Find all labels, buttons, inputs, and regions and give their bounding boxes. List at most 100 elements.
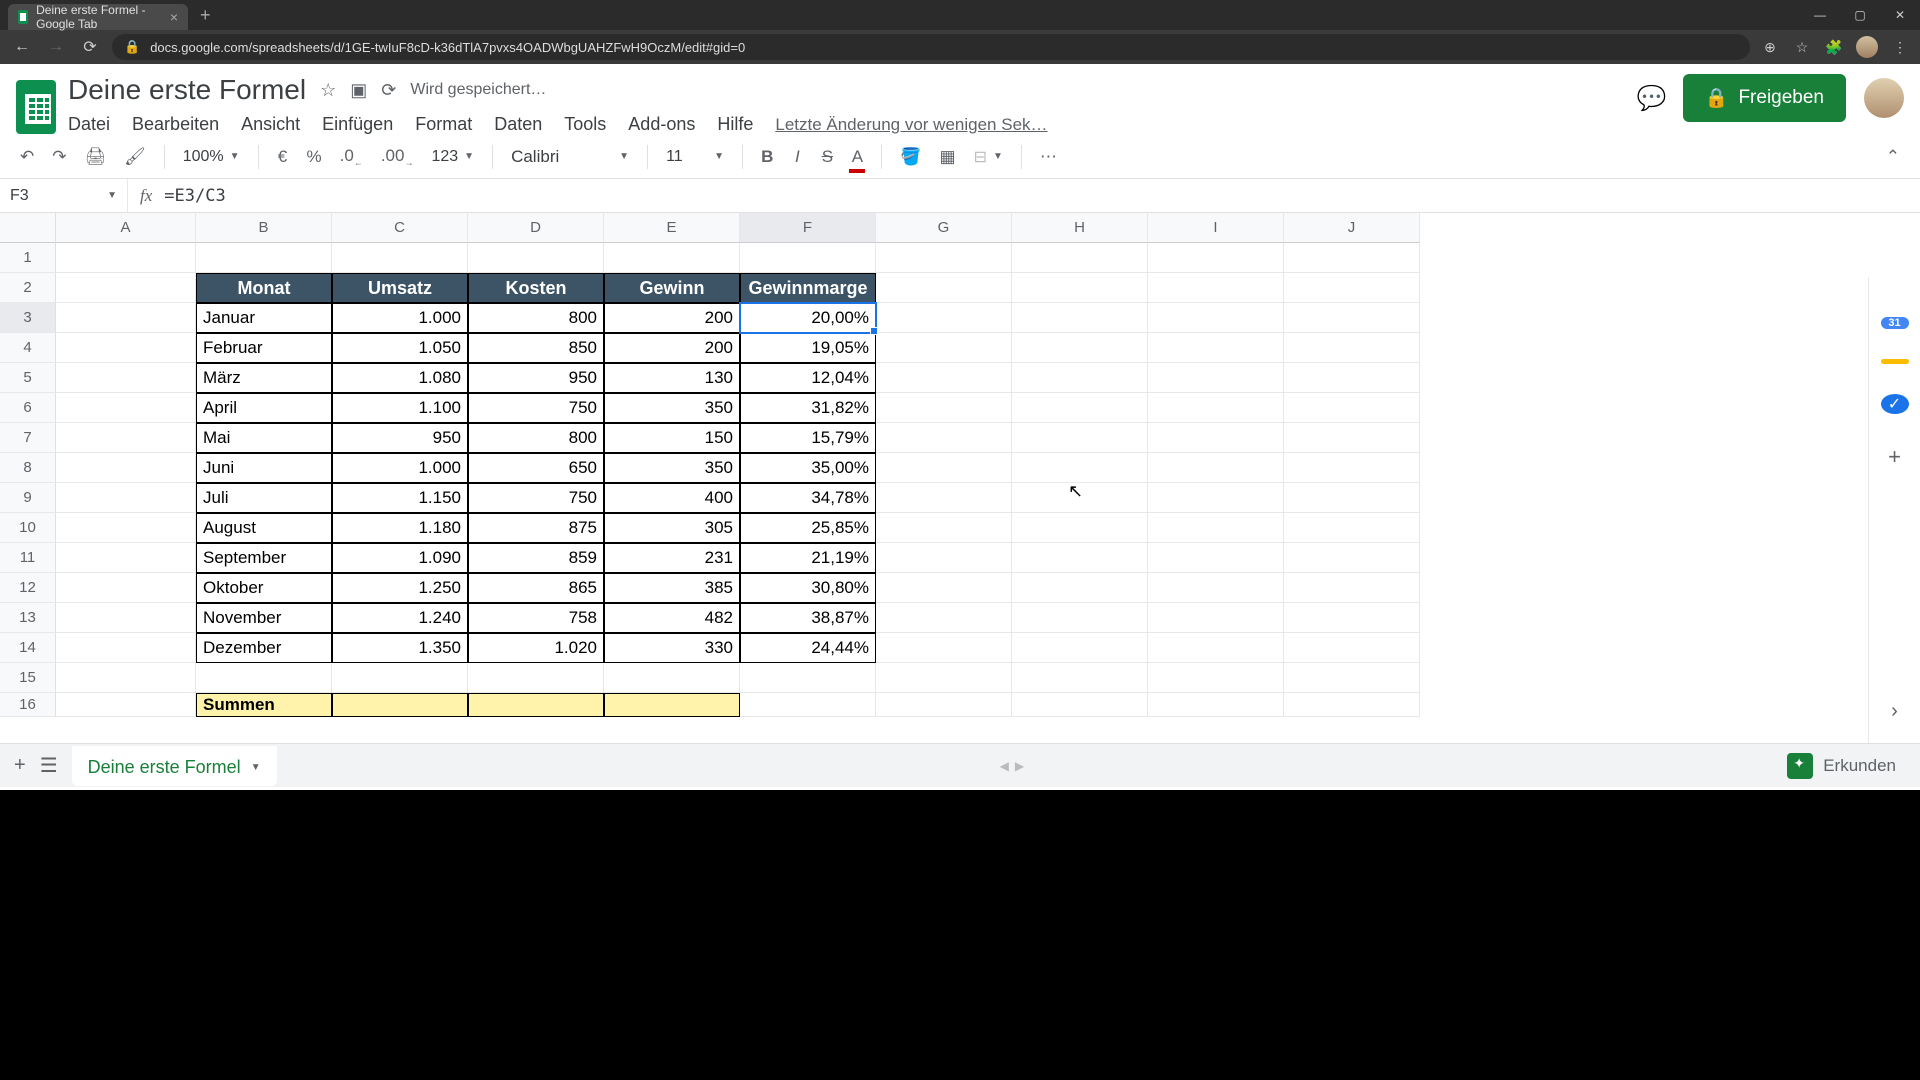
row-header-1[interactable]: 1	[0, 243, 56, 273]
cell-E15[interactable]	[604, 663, 740, 693]
cell-A11[interactable]	[56, 543, 196, 573]
row-header-13[interactable]: 13	[0, 603, 56, 633]
print-button[interactable]: 🖨	[79, 143, 113, 171]
cell-G16[interactable]	[876, 693, 1012, 717]
cell-J2[interactable]	[1284, 273, 1420, 303]
cell-D1[interactable]	[468, 243, 604, 273]
tasks-icon[interactable]: ✓	[1881, 394, 1909, 414]
font-size-dropdown[interactable]: 11 ▼	[660, 148, 730, 166]
cell-H10[interactable]	[1012, 513, 1148, 543]
sheet-tab[interactable]: Deine erste Formel ▼	[72, 746, 277, 786]
tab-prev-icon[interactable]: ◀	[1000, 759, 1009, 773]
comments-icon[interactable]: 💬	[1637, 84, 1665, 112]
cell-J6[interactable]	[1284, 393, 1420, 423]
cell-H13[interactable]	[1012, 603, 1148, 633]
cell-J14[interactable]	[1284, 633, 1420, 663]
cell-H7[interactable]	[1012, 423, 1148, 453]
cell-H14[interactable]	[1012, 633, 1148, 663]
cell-I4[interactable]	[1148, 333, 1284, 363]
cell-J13[interactable]	[1284, 603, 1420, 633]
cell-B3[interactable]: Januar	[196, 303, 332, 333]
cell-F14[interactable]: 24,44%	[740, 633, 876, 663]
cell-D6[interactable]: 750	[468, 393, 604, 423]
row-header-10[interactable]: 10	[0, 513, 56, 543]
cell-F4[interactable]: 19,05%	[740, 333, 876, 363]
row-header-9[interactable]: 9	[0, 483, 56, 513]
row-header-8[interactable]: 8	[0, 453, 56, 483]
new-tab-button[interactable]: +	[200, 5, 211, 26]
last-edit-link[interactable]: Letzte Änderung vor wenigen Sek…	[775, 115, 1047, 135]
cell-D12[interactable]: 865	[468, 573, 604, 603]
cell-B6[interactable]: April	[196, 393, 332, 423]
column-header-J[interactable]: J	[1284, 213, 1420, 243]
cell-B13[interactable]: November	[196, 603, 332, 633]
cell-E8[interactable]: 350	[604, 453, 740, 483]
extensions-icon[interactable]: 🧩	[1824, 39, 1844, 56]
cell-H2[interactable]	[1012, 273, 1148, 303]
cell-H5[interactable]	[1012, 363, 1148, 393]
cell-J10[interactable]	[1284, 513, 1420, 543]
cell-E2[interactable]: Gewinn	[604, 273, 740, 303]
cell-I14[interactable]	[1148, 633, 1284, 663]
row-header-11[interactable]: 11	[0, 543, 56, 573]
menu-addons[interactable]: Add-ons	[628, 114, 695, 135]
cell-A8[interactable]	[56, 453, 196, 483]
select-all-corner[interactable]	[0, 213, 56, 243]
cell-G3[interactable]	[876, 303, 1012, 333]
cell-H15[interactable]	[1012, 663, 1148, 693]
more-toolbar-button[interactable]: ⋯	[1034, 143, 1063, 171]
back-button[interactable]: ←	[10, 38, 34, 56]
cell-E13[interactable]: 482	[604, 603, 740, 633]
star-icon[interactable]: ☆	[320, 80, 336, 101]
cell-I7[interactable]	[1148, 423, 1284, 453]
cell-C7[interactable]: 950	[332, 423, 468, 453]
cell-C16[interactable]	[332, 693, 468, 717]
cell-A12[interactable]	[56, 573, 196, 603]
browser-tab[interactable]: Deine erste Formel - Google Tab ×	[8, 4, 188, 30]
cell-E7[interactable]: 150	[604, 423, 740, 453]
column-header-D[interactable]: D	[468, 213, 604, 243]
cell-J7[interactable]	[1284, 423, 1420, 453]
cell-G1[interactable]	[876, 243, 1012, 273]
url-bar[interactable]: 🔒 docs.google.com/spreadsheets/d/1GE-twI…	[112, 34, 1750, 60]
cell-A1[interactable]	[56, 243, 196, 273]
cell-E11[interactable]: 231	[604, 543, 740, 573]
row-header-4[interactable]: 4	[0, 333, 56, 363]
cell-D9[interactable]: 750	[468, 483, 604, 513]
cell-D7[interactable]: 800	[468, 423, 604, 453]
document-title[interactable]: Deine erste Formel	[68, 74, 306, 106]
cell-F2[interactable]: Gewinnmarge	[740, 273, 876, 303]
browser-menu-icon[interactable]: ⋮	[1890, 39, 1910, 56]
cell-A6[interactable]	[56, 393, 196, 423]
strikethrough-button[interactable]: S	[815, 143, 839, 171]
row-header-3[interactable]: 3	[0, 303, 56, 333]
forward-button[interactable]: →	[44, 38, 68, 56]
cell-F16[interactable]	[740, 693, 876, 717]
cell-F6[interactable]: 31,82%	[740, 393, 876, 423]
cell-J9[interactable]	[1284, 483, 1420, 513]
cell-C15[interactable]	[332, 663, 468, 693]
cell-D16[interactable]	[468, 693, 604, 717]
cell-C2[interactable]: Umsatz	[332, 273, 468, 303]
cell-B7[interactable]: Mai	[196, 423, 332, 453]
add-sheet-button[interactable]: +	[14, 754, 26, 777]
redo-button[interactable]: ↷	[46, 143, 72, 171]
cell-J5[interactable]	[1284, 363, 1420, 393]
cell-I1[interactable]	[1148, 243, 1284, 273]
cell-E12[interactable]: 385	[604, 573, 740, 603]
cell-F1[interactable]	[740, 243, 876, 273]
column-header-F[interactable]: F	[740, 213, 876, 243]
cell-G14[interactable]	[876, 633, 1012, 663]
cell-I8[interactable]	[1148, 453, 1284, 483]
cell-C5[interactable]: 1.080	[332, 363, 468, 393]
cell-D8[interactable]: 650	[468, 453, 604, 483]
cell-C8[interactable]: 1.000	[332, 453, 468, 483]
cell-F10[interactable]: 25,85%	[740, 513, 876, 543]
cell-C9[interactable]: 1.150	[332, 483, 468, 513]
cell-D15[interactable]	[468, 663, 604, 693]
cell-I6[interactable]	[1148, 393, 1284, 423]
cell-C4[interactable]: 1.050	[332, 333, 468, 363]
cell-J8[interactable]	[1284, 453, 1420, 483]
row-header-15[interactable]: 15	[0, 663, 56, 693]
sheets-logo[interactable]	[16, 80, 56, 134]
